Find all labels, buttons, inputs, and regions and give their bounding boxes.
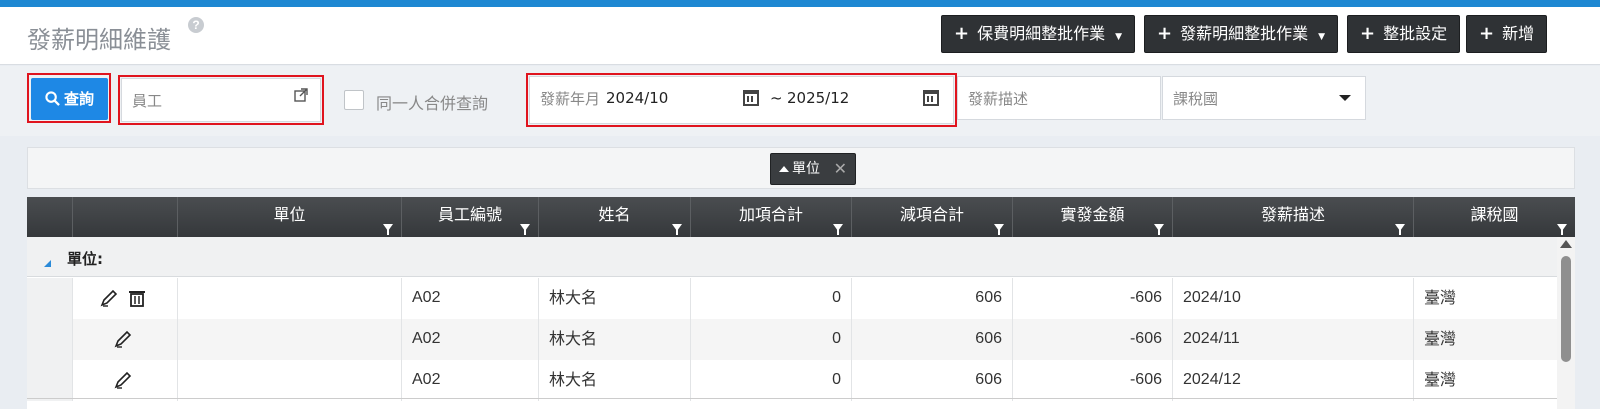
plus-icon: + (1479, 23, 1495, 44)
scrollbar-thumb[interactable] (1561, 256, 1571, 362)
column-header-emp-no[interactable]: 員工編號 (401, 197, 538, 237)
collapse-icon[interactable] (44, 260, 51, 267)
filter-icon[interactable] (1395, 224, 1405, 235)
pay-month-range: 發薪年月 2024/10 ~ 2025/12 (529, 76, 954, 124)
cell-net: -606 (1012, 278, 1172, 319)
cell-net: -606 (1012, 360, 1172, 401)
table-row[interactable]: A02 林大名 0 606 -606 2024/11 臺灣 (27, 319, 1557, 360)
pay-month-to-input[interactable]: 2025/12 (787, 89, 849, 107)
caret-down-icon: ▼ (1318, 32, 1326, 42)
divider (27, 398, 1557, 399)
cell-unit (177, 319, 401, 360)
edit-icon[interactable] (99, 288, 119, 308)
page-header: 發薪明細維護 ? + 保費明細整批作業 ▼ + 發薪明細整批作業 ▼ + 整批設定 + 新增 (0, 7, 1600, 65)
column-header-net[interactable]: 實發金額 (1012, 197, 1172, 237)
row-actions (72, 360, 177, 401)
filter-icon[interactable] (383, 224, 393, 235)
grid-header: 單位 員工編號 姓名 加項合計 減項合計 實發金額 發薪描述 課稅國 (27, 197, 1575, 237)
cell-tax-country: 臺灣 (1413, 360, 1557, 401)
top-accent-bar (0, 0, 1600, 7)
cell-deduct-total: 606 (851, 360, 1012, 401)
filter-icon[interactable] (994, 224, 1004, 235)
plus-icon: + (1360, 23, 1376, 44)
open-external-icon[interactable] (294, 88, 308, 102)
cell-pay-desc: 2024/11 (1172, 319, 1413, 360)
cell-tax-country: 臺灣 (1413, 278, 1557, 319)
pay-month-from-input[interactable]: 2024/10 (606, 89, 668, 107)
group-indent (27, 319, 72, 360)
cell-deduct-total: 606 (851, 278, 1012, 319)
scroll-up-icon[interactable] (1560, 240, 1572, 248)
column-header-name[interactable]: 姓名 (538, 197, 690, 237)
payroll-batch-button[interactable]: + 發薪明細整批作業 ▼ (1144, 15, 1339, 53)
cell-pay-desc: 2024/12 (1172, 360, 1413, 401)
edit-icon[interactable] (113, 370, 133, 390)
page-title: 發薪明細維護 (27, 26, 171, 54)
vertical-scrollbar[interactable] (1557, 237, 1575, 409)
group-chip-unit[interactable]: 單位 ✕ (770, 153, 856, 185)
column-header-add-total[interactable]: 加項合計 (690, 197, 851, 237)
calendar-icon[interactable] (743, 90, 759, 106)
cell-add-total: 0 (690, 319, 851, 360)
employee-field[interactable]: 員工 (121, 78, 321, 122)
filter-icon[interactable] (833, 224, 843, 235)
trash-icon[interactable] (127, 288, 147, 308)
group-indent (27, 278, 72, 319)
filter-icon[interactable] (1154, 224, 1164, 235)
group-by-panel: 單位 ✕ (27, 147, 1575, 189)
table-row[interactable]: A02 林大名 0 606 -606 2024/10 臺灣 (27, 278, 1557, 319)
premium-batch-button[interactable]: + 保費明細整批作業 ▼ (941, 15, 1136, 53)
group-indent (27, 360, 72, 401)
merge-label: 同一人合併查詢 (376, 94, 489, 113)
cell-emp-no: A02 (401, 360, 538, 401)
cell-add-total: 0 (690, 360, 851, 401)
edit-icon[interactable] (113, 329, 133, 349)
pay-desc-input[interactable]: 發薪描述 (957, 76, 1161, 120)
caret-down-icon: ▼ (1115, 32, 1123, 42)
cell-name: 林大名 (538, 278, 690, 319)
query-button[interactable]: 查詢 (31, 78, 108, 120)
filter-icon[interactable] (1557, 224, 1567, 235)
actions-header (72, 197, 177, 237)
merge-checkbox[interactable] (344, 90, 364, 110)
table-row[interactable]: A02 林大名 0 606 -606 2024/12 臺灣 (27, 360, 1557, 401)
plus-icon: + (954, 23, 970, 44)
help-icon[interactable]: ? (188, 17, 204, 33)
range-separator: ~ (770, 89, 783, 107)
cell-tax-country: 臺灣 (1413, 319, 1557, 360)
column-header-unit[interactable]: 單位 (177, 197, 401, 237)
row-actions (72, 319, 177, 360)
cell-unit (177, 360, 401, 401)
add-button[interactable]: + 新增 (1466, 15, 1548, 53)
tax-country-select[interactable]: 課稅國 (1162, 76, 1366, 120)
cell-name: 林大名 (538, 319, 690, 360)
group-row-unit[interactable]: 單位: (27, 237, 1557, 277)
calendar-icon[interactable] (923, 90, 939, 106)
cell-deduct-total: 606 (851, 319, 1012, 360)
close-icon[interactable]: ✕ (834, 154, 847, 184)
batch-settings-button[interactable]: + 整批設定 (1347, 15, 1461, 53)
cell-net: -606 (1012, 319, 1172, 360)
cell-unit (177, 278, 401, 319)
cell-pay-desc: 2024/10 (1172, 278, 1413, 319)
row-actions (72, 278, 177, 319)
sort-asc-icon[interactable] (779, 166, 789, 172)
search-icon (45, 91, 60, 106)
group-indent-header (27, 197, 72, 237)
column-header-tax-country[interactable]: 課稅國 (1413, 197, 1575, 237)
payroll-grid: 單位 員工編號 姓名 加項合計 減項合計 實發金額 發薪描述 課稅國 單位: A… (27, 197, 1575, 409)
filter-bar: 查詢 員工 同一人合併查詢 發薪年月 2024/10 ~ 2025/12 發薪描… (0, 66, 1600, 136)
chevron-down-icon (1339, 95, 1351, 101)
cell-add-total: 0 (690, 278, 851, 319)
cell-emp-no: A02 (401, 278, 538, 319)
column-header-pay-desc[interactable]: 發薪描述 (1172, 197, 1413, 237)
plus-icon: + (1157, 23, 1173, 44)
filter-icon[interactable] (520, 224, 530, 235)
column-header-deduct-total[interactable]: 減項合計 (851, 197, 1012, 237)
cell-emp-no: A02 (401, 319, 538, 360)
filter-icon[interactable] (672, 224, 682, 235)
cell-name: 林大名 (538, 360, 690, 401)
